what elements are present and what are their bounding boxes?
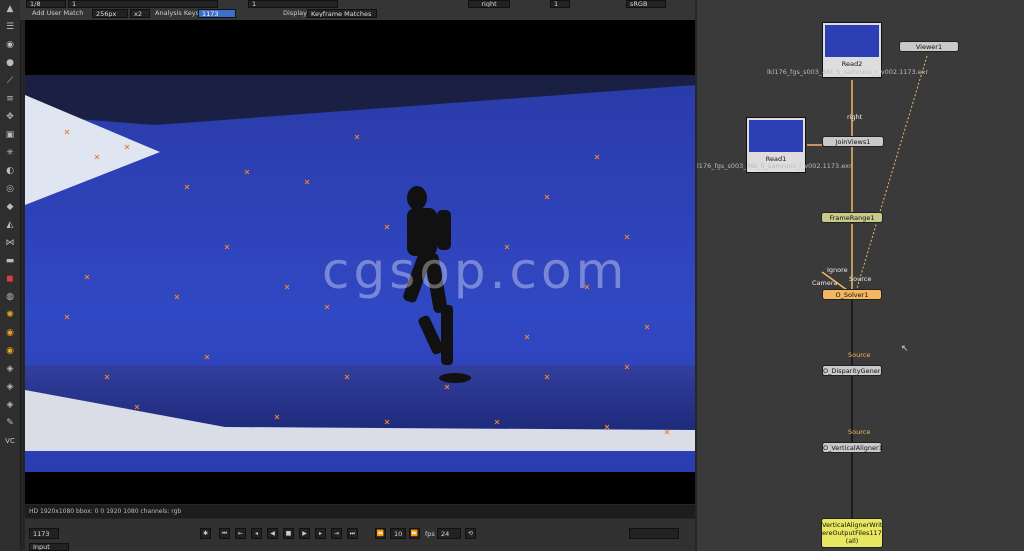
frame-range-field[interactable]: 1/8	[26, 0, 66, 8]
node-graph[interactable]: Read2 lkl176_fgs_s003_46t_5_samruns_r_v0…	[697, 0, 1024, 551]
viewer-info-bar: HD 1920x1080 bbox: 0 0 1920 1080 channel…	[25, 505, 695, 518]
display-label: Display	[283, 9, 307, 17]
asterisk-button[interactable]: ✱	[200, 528, 211, 539]
color-icon[interactable]: ◭	[2, 218, 18, 232]
keyer-icon[interactable]: ⋈	[2, 236, 18, 250]
playback-range[interactable]	[629, 528, 679, 539]
step-forward-button[interactable]: ⏩	[409, 528, 420, 539]
writer-node[interactable]: VerticalAlignerWriter ereOutputFiles1173…	[821, 518, 883, 548]
paint-icon[interactable]: ◉	[2, 38, 18, 52]
play-button[interactable]: ▶	[299, 528, 310, 539]
view-icon[interactable]: ◼	[2, 272, 18, 286]
ocula-icon-3[interactable]: ◈	[2, 362, 18, 376]
fps-field[interactable]: 24	[437, 528, 461, 539]
writer-label-line1: VerticalAlignerWriter	[822, 521, 883, 529]
stop-button[interactable]: ■	[283, 528, 294, 539]
ocula-icon[interactable]: ◉	[2, 326, 18, 340]
loop-button[interactable]: ⟲	[465, 528, 476, 539]
viewer1-node[interactable]: Viewer1	[899, 41, 959, 52]
circle-icon[interactable]: ●	[2, 56, 18, 70]
view-select[interactable]: right	[468, 0, 510, 8]
merge-icon[interactable]: ◆	[2, 200, 18, 214]
layers-icon[interactable]: ≡	[2, 92, 18, 106]
prev-key-button[interactable]: ⇤	[235, 528, 246, 539]
first-frame-button[interactable]: ⏮	[219, 528, 230, 539]
colorspace-select[interactable]: sRGB	[626, 0, 666, 8]
mouse-cursor-icon: ↖	[901, 344, 909, 354]
gear-icon[interactable]: ✺	[2, 308, 18, 322]
furnace-icon[interactable]: ◈	[2, 380, 18, 394]
cube-icon[interactable]: ▣	[2, 128, 18, 142]
writer-label-line3: (all)	[845, 537, 859, 545]
last-frame-button[interactable]: ⏭	[347, 528, 358, 539]
current-frame-field[interactable]: 1173	[29, 528, 59, 539]
transform-icon[interactable]: ✥	[2, 110, 18, 124]
ocula-icon-2[interactable]: ◉	[2, 344, 18, 358]
step-field[interactable]: 10	[390, 528, 406, 539]
particle-icon[interactable]: ✳	[2, 146, 18, 160]
curve-icon[interactable]: ⟋	[2, 74, 18, 88]
source-input-label-3: Source	[848, 428, 871, 436]
input-mode-select[interactable]: Input	[29, 543, 69, 551]
viewer-count[interactable]: 1	[550, 0, 570, 8]
add-user-match-button[interactable]: Add User Match	[32, 9, 83, 18]
disparitygenerator1-node[interactable]: O_DisparityGenerator1	[822, 365, 882, 376]
vc-tool[interactable]: VC	[2, 434, 18, 448]
play-back-button[interactable]: ◀	[267, 528, 278, 539]
read2-path: lkl176_fgs_s003_46t_5_samruns_r_v002.117…	[767, 68, 929, 76]
verticalaligner1-node[interactable]: O_VerticalAligner1	[822, 442, 882, 453]
fps-label: fps	[425, 530, 435, 538]
ignore-input-label: Ignore	[827, 266, 848, 274]
timeline[interactable]: 1173 ✱ ⏮ ⇤ ◂ ◀ ■ ▶ ▸ ⇥ ⏭ ⏪ 10 ⏩ fps 24 ⟲…	[25, 519, 695, 551]
draw-icon[interactable]: ▬	[2, 254, 18, 268]
analysis-keys-field[interactable]: 1173	[198, 9, 236, 18]
script-icon-2[interactable]: ◈	[2, 398, 18, 412]
script-icon[interactable]: ◍	[2, 290, 18, 304]
next-frame-button[interactable]: ▸	[315, 528, 326, 539]
watermark: cgsop.com	[322, 242, 629, 300]
solver1-node[interactable]: O_Solver1	[822, 289, 882, 300]
next-key-button[interactable]: ⇥	[331, 528, 342, 539]
menu-icon[interactable]: ☰	[2, 20, 18, 34]
writer-label-line2: ereOutputFiles1173.exr	[822, 529, 882, 537]
joinviews1-node[interactable]: JoinViews1	[822, 136, 884, 147]
camera-input-label: Camera	[812, 279, 838, 287]
right-input-label: right	[847, 113, 863, 121]
source-input-label-2: Source	[848, 351, 871, 359]
step-back-button[interactable]: ⏪	[375, 528, 386, 539]
display-select[interactable]: Keyframe Matches	[307, 9, 377, 18]
channel-icon[interactable]: ◎	[2, 182, 18, 196]
analysis-keys-label: Analysis Keys	[155, 9, 200, 17]
frame-field-3[interactable]: 1	[248, 0, 338, 8]
read1-path: l176_fgs_s003_46t_5_samruns_l_v002.1173.…	[697, 162, 852, 170]
read2-label: Read2	[841, 60, 863, 68]
prev-frame-button[interactable]: ◂	[251, 528, 262, 539]
framerange1-node[interactable]: FrameRange1	[821, 212, 883, 223]
viewer-toolbar: 1/8 1 1 right 1 sRGB Add User Match 256p…	[20, 0, 695, 21]
wrench-icon[interactable]: ✎	[2, 416, 18, 430]
frame-field-2[interactable]: 1	[68, 0, 218, 8]
tools-toolbar: ▲ ☰ ◉ ● ⟋ ≡ ✥ ▣ ✳ ◐ ◎ ◆ ◭ ⋈ ▬ ◼ ◍ ✺ ◉ ◉ …	[0, 0, 21, 551]
pattern-size-select[interactable]: 256px	[92, 9, 128, 18]
source-input-label: Source	[849, 275, 872, 283]
zoom-select[interactable]: x2	[130, 9, 150, 18]
filter-icon[interactable]: ◐	[2, 164, 18, 178]
pointer-icon[interactable]: ▲	[2, 2, 18, 16]
